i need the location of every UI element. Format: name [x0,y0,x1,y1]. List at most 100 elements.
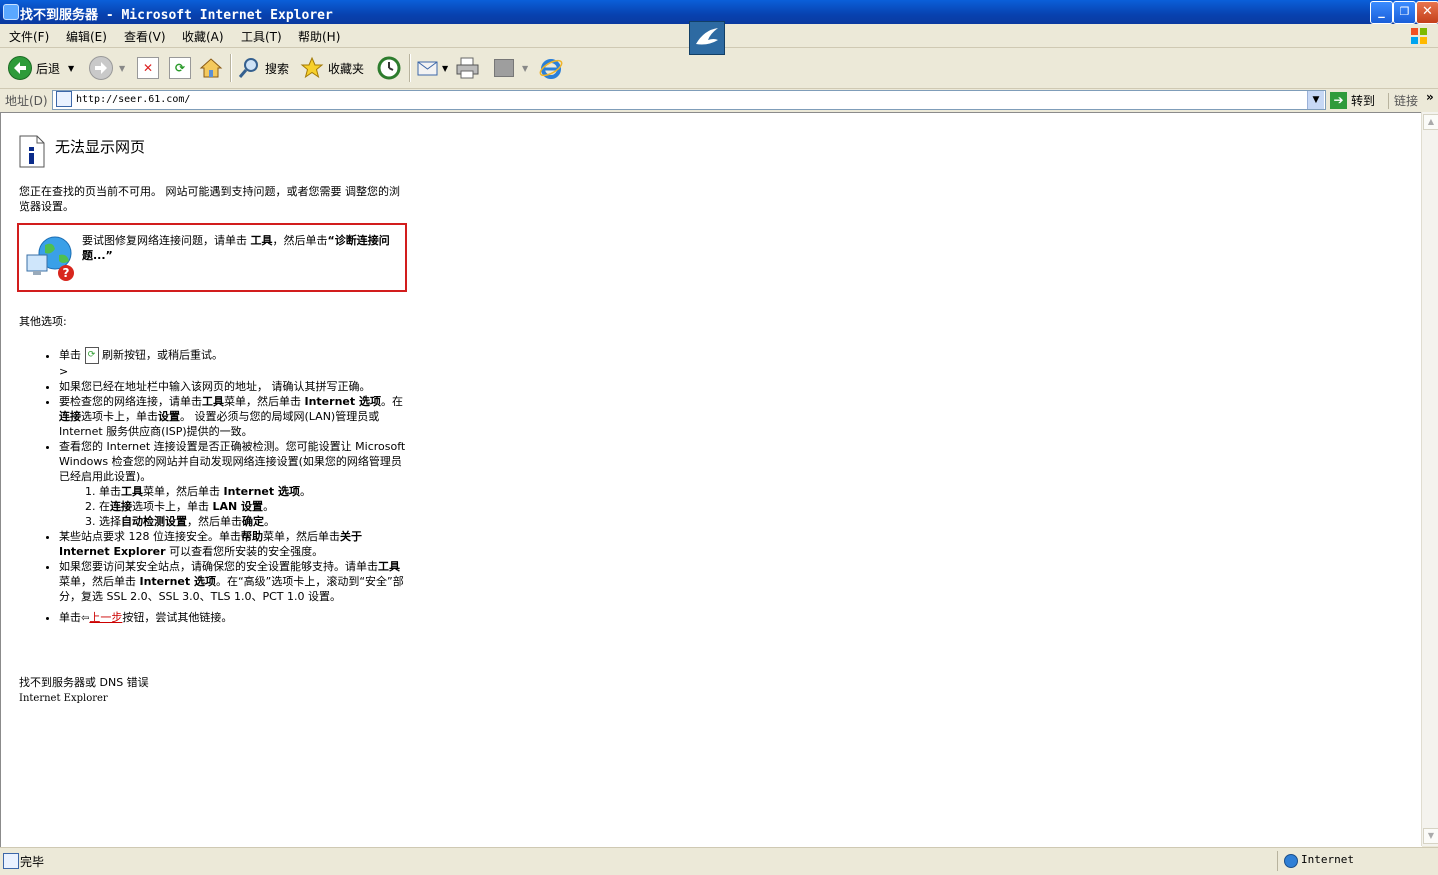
option-bold: 帮助 [241,530,263,543]
edit-icon [494,59,514,77]
history-button[interactable] [376,48,402,88]
zone-label: Internet [1301,853,1354,866]
option-bold: Internet 选项 [139,575,216,588]
go-label: 转到 [1351,93,1376,108]
option-text: 菜单，然后单击 [59,575,140,588]
option-text: 菜单，然后单击 [143,485,224,498]
page-title: 无法显示网页 [55,138,146,156]
option-text: 选择 [99,515,121,528]
option-text: 。在 [380,395,403,408]
toolbar-separator [409,54,411,82]
back-label: 后退 [36,61,61,76]
forward-dropdown-icon[interactable]: ▼ [119,64,125,73]
page-icon [56,91,72,107]
diagnose-box: ? 要试图修复网络连接问题，请单击 工具，然后单击“诊断连接问题...” [17,223,407,292]
option-check-connection: 要检查您的网络连接，请单击工具菜单，然后单击 Internet 选项。在连接选项… [59,394,409,439]
windows-flag-icon [1410,27,1428,45]
address-label: 地址(D) [5,94,48,108]
stop-button[interactable]: ✕ [137,48,159,88]
option-text: 查看您的 Internet 连接设置是否正确被检测。您可能设置让 Microso… [59,440,406,483]
back-link[interactable]: 上一步 [89,611,122,624]
detect-step: 选择自动检测设置，然后单击确定。 [99,514,409,529]
mail-button[interactable]: ▼ [416,48,448,88]
option-secure-site: 如果您要访问某安全站点，请确保您的安全设置能够支持。请单击工具菜单，然后单击 I… [59,559,409,604]
diagnose-text: 要试图修复网络连接问题，请单击 工具，然后单击“诊断连接问题...” [82,233,400,263]
address-dropdown-icon[interactable]: ▼ [1307,91,1324,109]
option-security-strength: 某些站点要求 128 位连接安全。单击帮助菜单，然后单击关于 Internet … [59,529,409,559]
option-text: ，然后单击 [187,515,242,528]
option-bold: 连接 [59,410,81,423]
status-text: 完毕 [20,855,45,869]
option-text: 如果您要访问某安全站点，请确保您的安全设置能够支持。请单击 [59,560,378,573]
diagnose-tools-bold: 工具 [250,234,273,247]
refresh-icon: ⟳ [169,57,191,79]
status-separator [1277,851,1278,871]
option-text: 单击 [59,348,85,362]
option-text: 要检查您的网络连接，请单击 [59,395,202,408]
menu-favorites[interactable]: 收藏(A) [182,28,224,45]
refresh-small-icon: ⟳ [84,347,99,364]
detect-step: 单击工具菜单，然后单击 Internet 选项。 [99,484,409,499]
status-page-icon [3,853,19,869]
option-text: 单击 [59,611,81,624]
links-separator [1388,93,1389,109]
option-bold: 自动检测设置 [121,515,187,528]
address-url: http://seer.61.com/ [76,94,191,105]
option-text: 在 [99,500,110,513]
browser-name-text: Internet Explorer [19,693,108,704]
option-text: 按钮，尝试其他链接。 [122,611,233,624]
go-arrow-icon: ➔ [1330,91,1347,109]
home-icon [199,58,223,78]
intro-text: 您正在查找的页当前不可用。 网站可能遇到支持问题，或者您需要 调整您的浏览器设置… [19,185,400,213]
favorites-button[interactable]: 收藏夹 [300,48,364,88]
standard-toolbar: 后退 ▼ ▼ ✕ ⟳ 搜索 收藏夹 ▼ ▼ [0,48,1438,89]
favorites-label: 收藏夹 [328,61,365,76]
stop-icon: ✕ [137,57,159,79]
maximize-button[interactable]: ❐ [1393,1,1416,24]
scroll-down-icon[interactable]: ▼ [1423,828,1438,844]
back-arrow-icon [8,56,32,80]
vertical-scrollbar[interactable]: ▲ ▼ [1421,112,1438,846]
option-bold: 工具 [121,485,143,498]
back-dropdown-icon[interactable]: ▼ [68,64,74,73]
option-text: 刷新按钮，或稍后重试。 [98,348,223,362]
mail-dropdown-icon[interactable]: ▼ [442,64,448,73]
ie-button[interactable] [538,48,564,88]
option-go-back: 单击⇦上一步按钮，尝试其他链接。 [59,610,409,626]
close-button[interactable]: ✕ [1416,1,1438,24]
links-label[interactable]: 链接 [1394,92,1418,109]
option-text: 菜单，然后单击 [224,395,305,408]
option-text: 选项卡上，单击 [132,500,213,513]
address-input[interactable]: http://seer.61.com/ [52,90,1326,110]
forward-button[interactable]: ▼ [89,48,125,88]
search-button[interactable]: 搜索 [237,48,289,88]
links-chevron-icon[interactable]: » [1426,90,1434,104]
print-button[interactable] [455,48,481,88]
svg-text:?: ? [63,266,70,280]
option-refresh: 单击 ⟳ 刷新按钮，或稍后重试。 > [59,347,409,379]
menu-edit[interactable]: 编辑(E) [66,28,107,45]
edit-dropdown-icon[interactable]: ▼ [522,64,528,73]
address-bar: 地址(D) http://seer.61.com/ ▼ ➔ 转到 链接 » [0,89,1438,111]
printer-icon [456,57,479,79]
options-list-container: 单击 ⟳ 刷新按钮，或稍后重试。 > 如果您已经在地址栏中输入该网页的地址， 请确… [19,347,409,626]
window-title: 找不到服务器 - Microsoft Internet Explorer [20,8,333,23]
search-label: 搜索 [265,61,290,76]
refresh-button[interactable]: ⟳ [169,48,191,88]
edit-button[interactable]: ▼ [494,48,528,88]
ie-page-icon [3,4,19,20]
back-button[interactable]: 后退 ▼ [8,48,74,88]
minimize-button[interactable]: _ [1370,1,1393,24]
menu-file[interactable]: 文件(F) [9,28,49,45]
home-button[interactable] [199,48,223,88]
status-bar: 完毕 Internet [0,847,1438,875]
menu-help[interactable]: 帮助(H) [298,28,340,45]
scroll-up-icon[interactable]: ▲ [1423,114,1438,130]
detect-step: 在连接选项卡上，单击 LAN 设置。 [99,499,409,514]
go-button[interactable]: ➔ 转到 [1330,90,1375,110]
option-bold: Internet 选项 [223,485,300,498]
forward-arrow-icon [89,56,113,80]
menu-view[interactable]: 查看(V) [124,28,166,45]
star-icon [300,56,324,79]
menu-tools[interactable]: 工具(T) [241,28,282,45]
